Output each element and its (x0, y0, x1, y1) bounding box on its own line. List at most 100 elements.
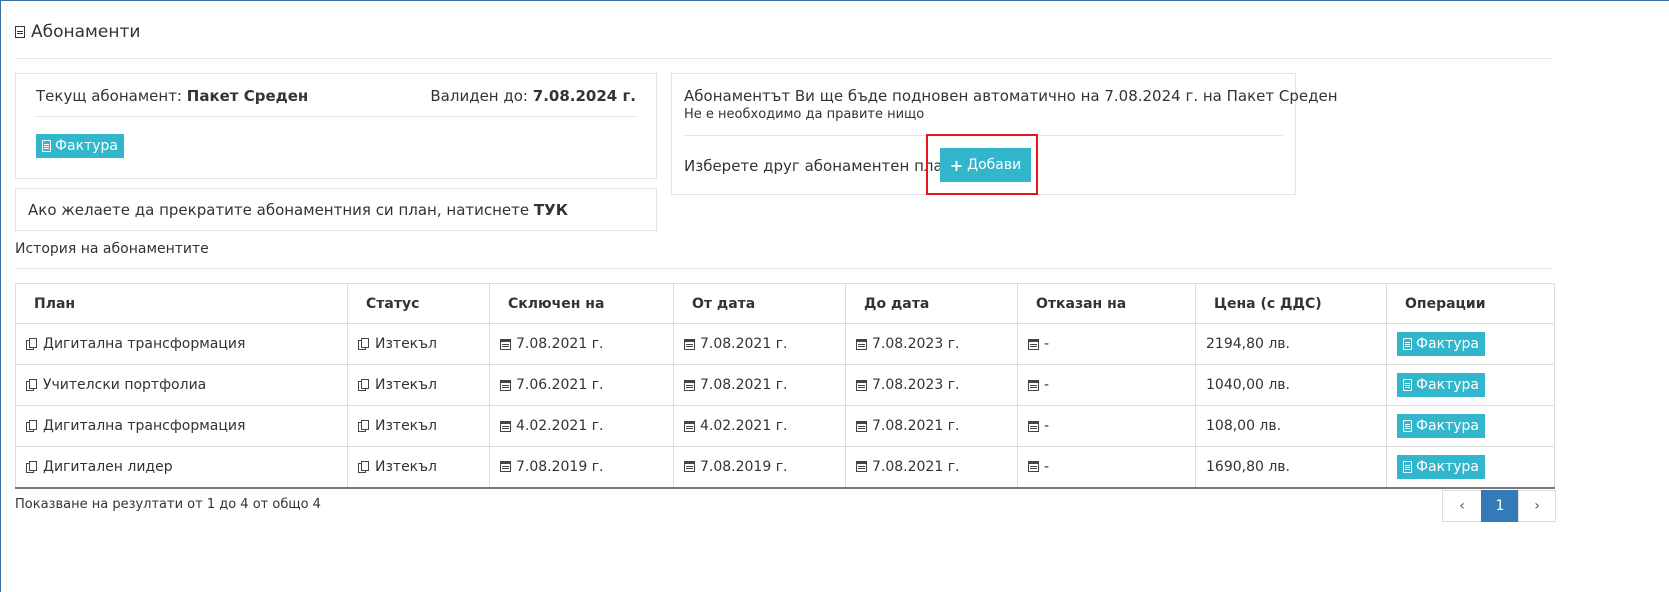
plan-name: Дигитален лидер (43, 458, 173, 475)
current-subscription-panel: Текущ абонамент: Пакет Среден Валиден до… (15, 73, 657, 179)
current-invoice-button[interactable]: Фактура (36, 134, 124, 158)
plan-name: Дигитална трансформация (43, 336, 246, 352)
highlight-box (926, 134, 1038, 195)
row-invoice-button[interactable]: Фактура (1397, 332, 1485, 356)
file-icon (1403, 420, 1412, 432)
from-date: 7.08.2021 г. (700, 377, 788, 393)
table-row: Учителски портфолиа Изтекъл 7.06.2021 г.… (15, 364, 1555, 406)
calendar-icon (856, 379, 867, 391)
header-divider (15, 58, 1552, 59)
cancelled-date: - (1044, 377, 1050, 393)
from-date: 7.08.2019 г. (700, 458, 788, 475)
table-row: Дигитална трансформация Изтекъл 7.08.202… (15, 323, 1555, 365)
signed-date: 7.08.2019 г. (516, 458, 604, 475)
to-date: 7.08.2021 г. (872, 418, 960, 434)
to-date: 7.08.2021 г. (872, 458, 960, 475)
column-header: Статус (347, 283, 490, 324)
calendar-icon (1028, 461, 1039, 473)
calendar-icon (1028, 379, 1039, 391)
plan-name: Дигитална трансформация (43, 418, 246, 434)
copy-icon (358, 420, 370, 432)
column-header: Сключен на (489, 283, 674, 324)
to-date: 7.08.2023 г. (872, 377, 960, 393)
table-row: Дигитален лидер Изтекъл 7.08.2019 г. 7.0… (15, 446, 1555, 489)
row-invoice-button[interactable]: Фактура (1397, 373, 1485, 397)
calendar-icon (500, 420, 511, 432)
valid-until: Валиден до: 7.08.2024 г. (430, 87, 636, 105)
signed-date: 7.08.2021 г. (516, 336, 604, 352)
column-header: Цена (с ДДС) (1195, 283, 1387, 324)
renewal-subtext: Не е необходимо да правите нищо (684, 107, 925, 122)
results-summary: Показване на резултати от 1 до 4 от общо… (15, 497, 321, 512)
column-header: От дата (673, 283, 846, 324)
cancelled-date: - (1044, 336, 1050, 352)
page-title: Абонаменти (31, 22, 141, 42)
file-icon (42, 140, 51, 152)
price: 1040,00 лв. (1206, 377, 1290, 393)
price: 108,00 лв. (1206, 418, 1282, 434)
column-header: Операции (1386, 283, 1555, 324)
cancelled-date: - (1044, 418, 1050, 434)
status-text: Изтекъл (375, 336, 437, 352)
status-text: Изтекъл (375, 418, 437, 434)
copy-icon (26, 379, 38, 391)
cancel-text: Ако желаете да прекратите абонаментния с… (28, 201, 530, 219)
status-text: Изтекъл (375, 458, 437, 475)
file-icon (1403, 338, 1412, 350)
calendar-icon (856, 420, 867, 432)
calendar-icon (500, 461, 511, 473)
table-header-row: План Статус Сключен на От дата До дата О… (15, 283, 1555, 324)
calendar-icon (1028, 338, 1039, 350)
calendar-icon (684, 461, 695, 473)
signed-date: 7.06.2021 г. (516, 377, 604, 393)
status-text: Изтекъл (375, 377, 437, 393)
row-invoice-button[interactable]: Фактура (1397, 414, 1485, 438)
choose-plan-text: Изберете друг абонаментен план (684, 157, 953, 175)
prev-page-button[interactable]: ‹ (1442, 490, 1482, 522)
panel-divider (36, 116, 636, 117)
copy-icon (358, 379, 370, 391)
cancel-panel: Ако желаете да прекратите абонаментния с… (15, 188, 657, 231)
document-icon (15, 26, 25, 38)
from-date: 7.08.2021 г. (700, 336, 788, 352)
cancel-link[interactable]: ТУК (534, 201, 568, 219)
from-date: 4.02.2021 г. (700, 418, 788, 434)
copy-icon (26, 338, 38, 350)
calendar-icon (684, 338, 695, 350)
to-date: 7.08.2023 г. (872, 336, 960, 352)
calendar-icon (500, 338, 511, 350)
price: 1690,80 лв. (1206, 458, 1290, 475)
calendar-icon (684, 379, 695, 391)
copy-icon (358, 338, 370, 350)
pagination: ‹ 1 › (1442, 490, 1556, 522)
row-invoice-button[interactable]: Фактура (1397, 454, 1485, 479)
next-page-button[interactable]: › (1518, 490, 1556, 522)
table-row: Дигитална трансформация Изтекъл 4.02.202… (15, 405, 1555, 447)
copy-icon (26, 460, 38, 473)
column-header: Отказан на (1017, 283, 1196, 324)
page-1-button[interactable]: 1 (1481, 490, 1519, 522)
calendar-icon (1028, 420, 1039, 432)
page-header: Абонаменти (15, 22, 140, 42)
cancelled-date: - (1044, 458, 1050, 475)
file-icon (1403, 460, 1412, 473)
history-divider (15, 268, 1552, 269)
calendar-icon (856, 338, 867, 350)
copy-icon (26, 420, 38, 432)
history-title: История на абонаментите (15, 241, 209, 257)
calendar-icon (500, 379, 511, 391)
history-table: План Статус Сключен на От дата До дата О… (15, 283, 1555, 489)
column-header: До дата (845, 283, 1018, 324)
price: 2194,80 лв. (1206, 336, 1290, 352)
column-header: План (15, 283, 348, 324)
plan-name: Учителски портфолиа (43, 377, 207, 393)
calendar-icon (856, 461, 867, 473)
renewal-text: Абонаментът Ви ще бъде подновен автомати… (684, 87, 1338, 105)
valid-until-date: 7.08.2024 г. (532, 87, 636, 105)
signed-date: 4.02.2021 г. (516, 418, 604, 434)
copy-icon (358, 460, 370, 473)
current-plan: Текущ абонамент: Пакет Среден (36, 87, 309, 105)
file-icon (1403, 379, 1412, 391)
calendar-icon (684, 420, 695, 432)
current-plan-name: Пакет Среден (186, 87, 309, 105)
